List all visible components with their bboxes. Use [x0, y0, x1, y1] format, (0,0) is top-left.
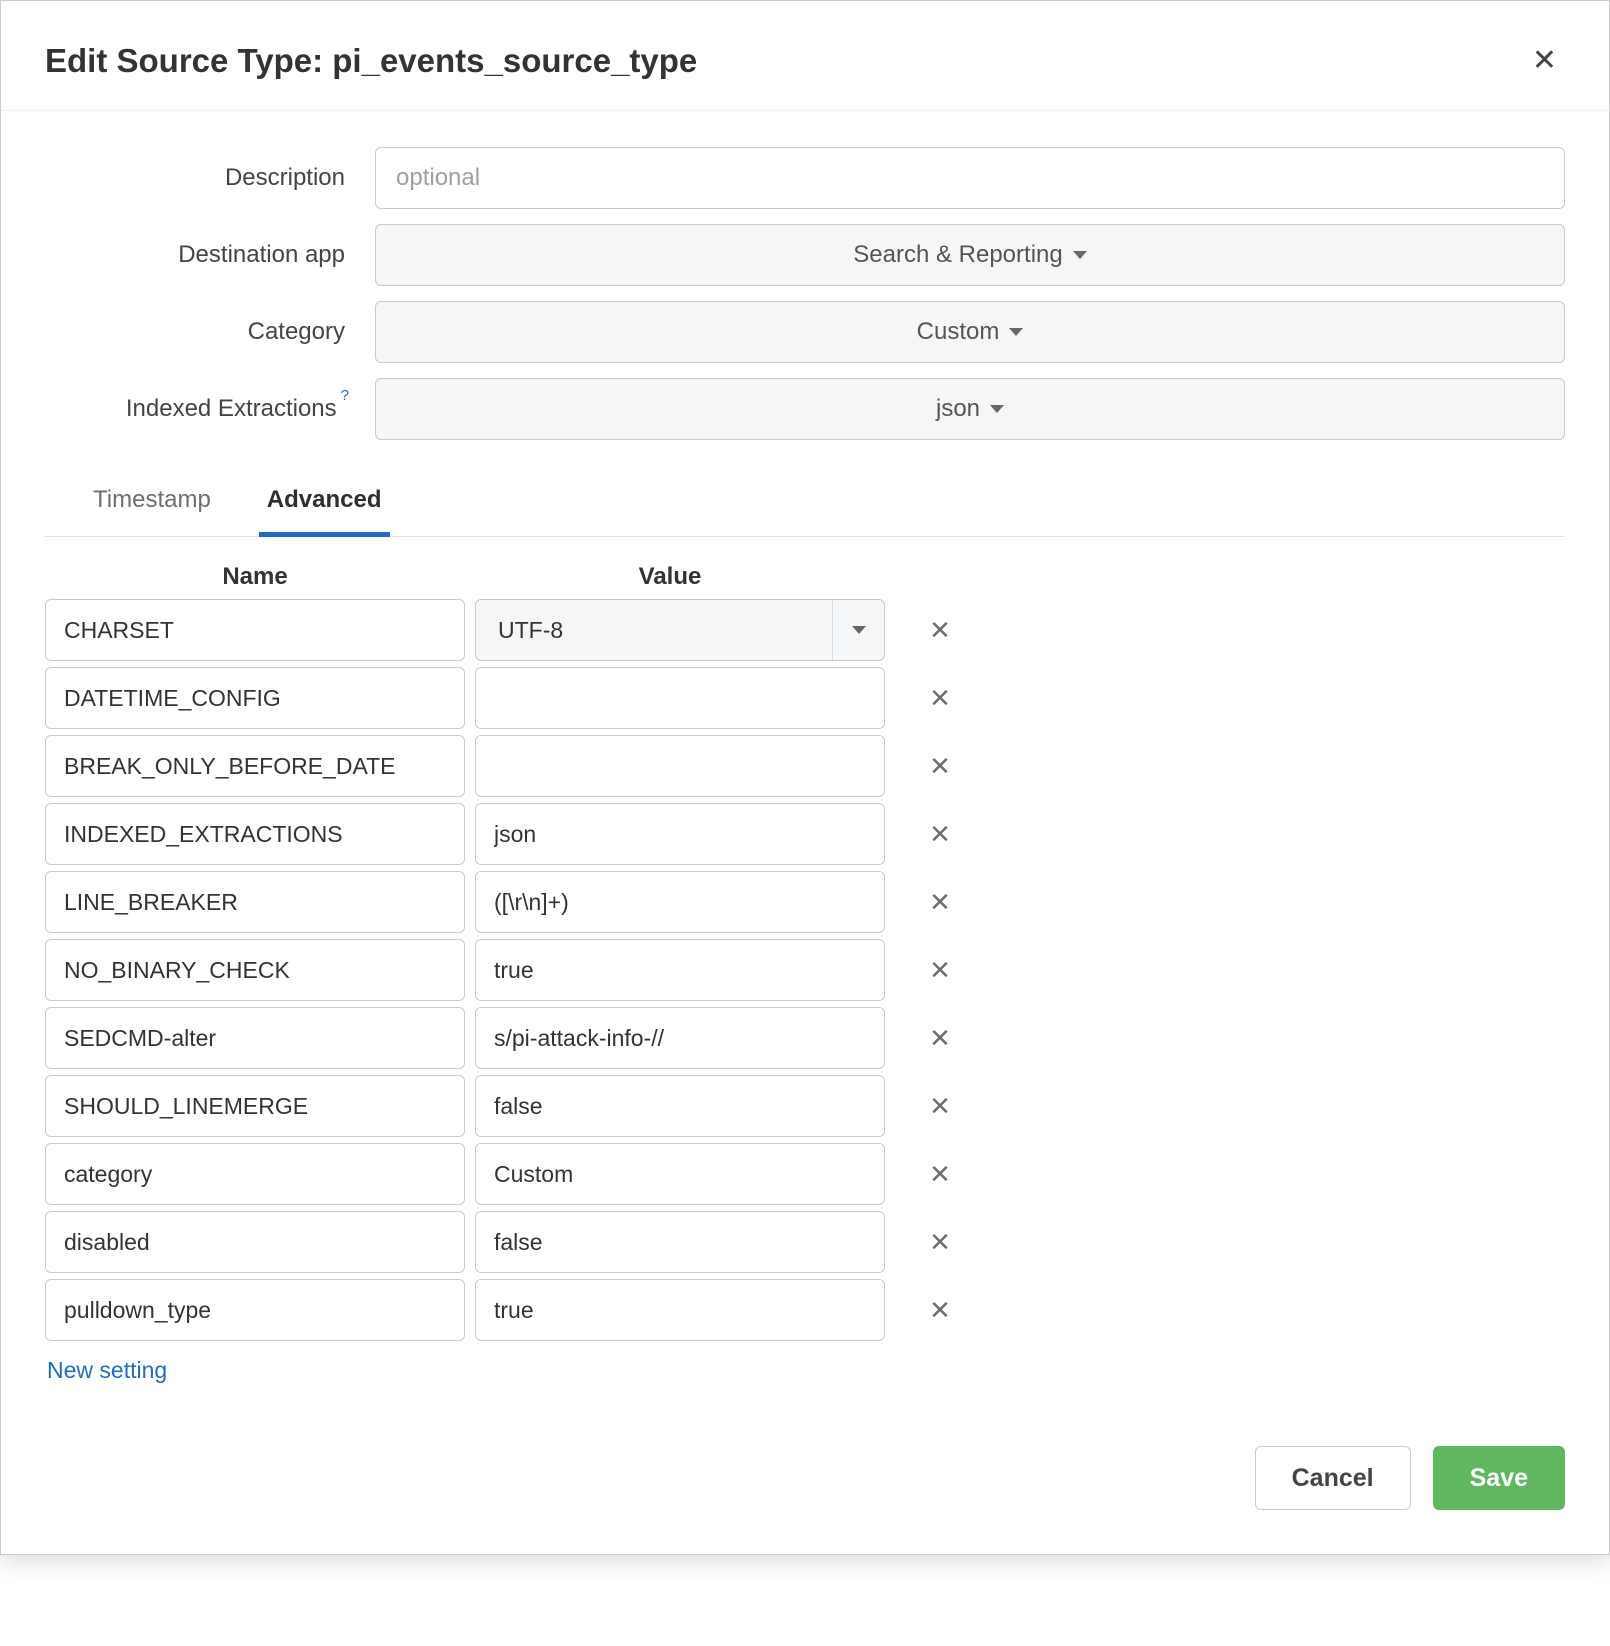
advanced-table-header: Name Value — [45, 559, 1565, 599]
modal-title: Edit Source Type: pi_events_source_type — [45, 42, 697, 80]
delete-row-icon[interactable]: ✕ — [895, 1023, 985, 1054]
setting-value-input[interactable] — [475, 1211, 885, 1273]
table-row: ✕ — [45, 735, 1565, 797]
setting-value-select[interactable]: UTF-8 — [475, 599, 885, 661]
table-row: ✕ — [45, 1075, 1565, 1137]
table-row: ✕ — [45, 871, 1565, 933]
setting-name-input[interactable] — [45, 803, 465, 865]
chevron-down-icon — [990, 405, 1004, 413]
tab-advanced[interactable]: Advanced — [259, 470, 390, 537]
table-row: ✕ — [45, 667, 1565, 729]
category-row: Category Custom — [45, 301, 1565, 363]
delete-row-icon[interactable]: ✕ — [895, 615, 985, 646]
table-row: ✕ — [45, 1211, 1565, 1273]
modal-header: Edit Source Type: pi_events_source_type … — [1, 1, 1609, 111]
advanced-rows: UTF-8 ✕ ✕ ✕ ✕ ✕ ✕ ✕ ✕ ✕ ✕ ✕ — [45, 599, 1565, 1341]
close-icon[interactable]: ✕ — [1524, 39, 1565, 82]
delete-row-icon[interactable]: ✕ — [895, 1159, 985, 1190]
indexed-extractions-select[interactable]: json — [375, 378, 1565, 440]
edit-source-type-modal: Edit Source Type: pi_events_source_type … — [0, 0, 1610, 1555]
indexed-extractions-label: Indexed Extractions? — [45, 395, 375, 423]
indexed-extractions-row: Indexed Extractions? json — [45, 378, 1565, 440]
setting-value-label: UTF-8 — [498, 617, 563, 644]
delete-row-icon[interactable]: ✕ — [895, 819, 985, 850]
delete-row-icon[interactable]: ✕ — [895, 751, 985, 782]
delete-row-icon[interactable]: ✕ — [895, 1227, 985, 1258]
setting-name-input[interactable] — [45, 1211, 465, 1273]
setting-name-input[interactable] — [45, 871, 465, 933]
setting-value-input[interactable] — [475, 1143, 885, 1205]
indexed-extractions-value: json — [936, 395, 980, 423]
table-row: UTF-8 ✕ — [45, 599, 1565, 661]
table-row: ✕ — [45, 939, 1565, 1001]
setting-name-input[interactable] — [45, 1007, 465, 1069]
category-select[interactable]: Custom — [375, 301, 1565, 363]
setting-name-input[interactable] — [45, 939, 465, 1001]
col-value-header: Value — [465, 563, 875, 591]
destination-app-row: Destination app Search & Reporting — [45, 224, 1565, 286]
setting-value-input[interactable] — [475, 1279, 885, 1341]
table-row: ✕ — [45, 803, 1565, 865]
tab-timestamp[interactable]: Timestamp — [85, 470, 219, 536]
chevron-down-icon — [1009, 328, 1023, 336]
modal-body: Description Destination app Search & Rep… — [1, 111, 1609, 1402]
destination-app-label: Destination app — [45, 241, 375, 269]
delete-row-icon[interactable]: ✕ — [895, 1091, 985, 1122]
help-icon[interactable]: ? — [341, 387, 349, 404]
setting-name-input[interactable] — [45, 1075, 465, 1137]
table-row: ✕ — [45, 1279, 1565, 1341]
setting-value-input[interactable] — [475, 803, 885, 865]
delete-row-icon[interactable]: ✕ — [895, 1295, 985, 1326]
modal-footer: Cancel Save — [1, 1402, 1609, 1554]
setting-value-input[interactable] — [475, 1007, 885, 1069]
setting-value-input[interactable] — [475, 667, 885, 729]
description-label: Description — [45, 164, 375, 192]
setting-name-input[interactable] — [45, 1279, 465, 1341]
chevron-down-icon — [832, 600, 884, 660]
destination-app-select[interactable]: Search & Reporting — [375, 224, 1565, 286]
cancel-button[interactable]: Cancel — [1255, 1446, 1411, 1510]
tabs: Timestamp Advanced — [45, 470, 1565, 537]
setting-value-input[interactable] — [475, 939, 885, 1001]
delete-row-icon[interactable]: ✕ — [895, 955, 985, 986]
setting-name-input[interactable] — [45, 735, 465, 797]
setting-value-input[interactable] — [475, 1075, 885, 1137]
setting-value-input[interactable] — [475, 871, 885, 933]
delete-row-icon[interactable]: ✕ — [895, 887, 985, 918]
delete-row-icon[interactable]: ✕ — [895, 683, 985, 714]
category-value: Custom — [917, 318, 1000, 346]
table-row: ✕ — [45, 1143, 1565, 1205]
setting-name-input[interactable] — [45, 1143, 465, 1205]
setting-value-input[interactable] — [475, 735, 885, 797]
category-label: Category — [45, 318, 375, 346]
table-row: ✕ — [45, 1007, 1565, 1069]
chevron-down-icon — [1073, 251, 1087, 259]
setting-name-input[interactable] — [45, 599, 465, 661]
new-setting-link[interactable]: New setting — [45, 1347, 169, 1394]
description-row: Description — [45, 147, 1565, 209]
col-name-header: Name — [45, 563, 465, 591]
destination-app-value: Search & Reporting — [853, 241, 1062, 269]
setting-name-input[interactable] — [45, 667, 465, 729]
save-button[interactable]: Save — [1433, 1446, 1565, 1510]
description-input[interactable] — [375, 147, 1565, 209]
